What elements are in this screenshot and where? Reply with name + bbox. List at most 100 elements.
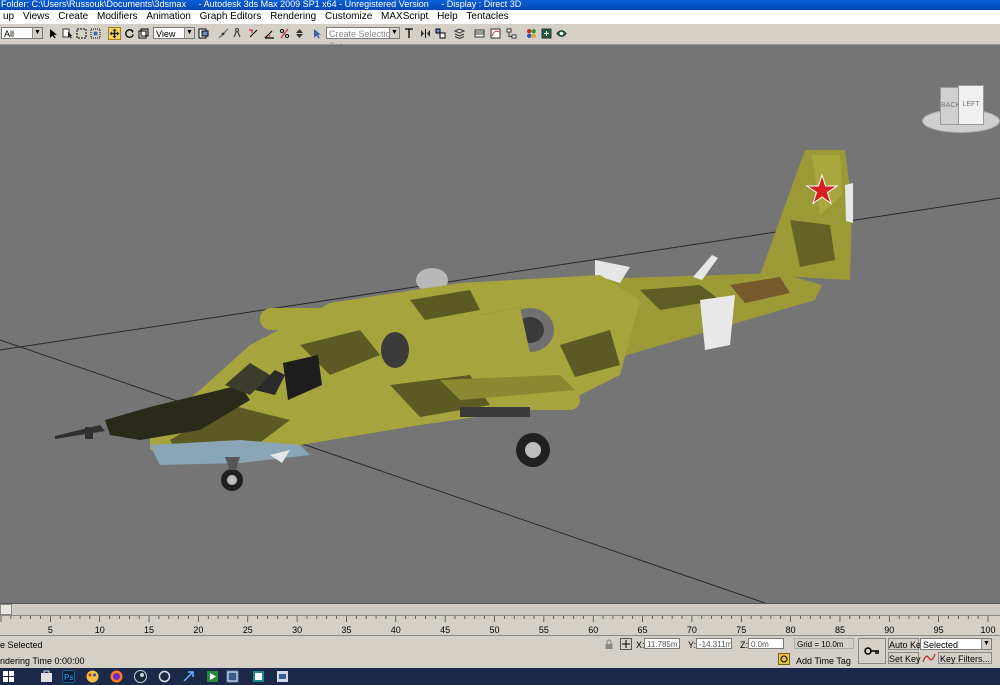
key-filters-button[interactable]: Key Filters... (938, 652, 992, 664)
time-slider-thumb[interactable] (0, 604, 12, 615)
track-tick-label: 80 (786, 625, 796, 635)
snap-toggle-icon[interactable] (248, 28, 259, 39)
track-bar-ticks: 5 10 15 20 25 30 35 40 45 50 55 60 65 70 75 80 85 90 95 100 (0, 616, 996, 635)
select-and-scale-icon[interactable] (138, 28, 149, 39)
key-selection-dropdown[interactable]: Selected ▼ (920, 638, 992, 650)
track-tick-label: 65 (638, 625, 648, 635)
time-tag-icon[interactable] (778, 653, 790, 665)
named-selection-set-dropdown[interactable]: Create Selection Set ▼ (326, 27, 400, 51)
3dsmax-icon-2[interactable] (276, 670, 289, 683)
selection-filter-dropdown[interactable]: All ▼ (1, 27, 43, 39)
layer-manager-icon[interactable] (454, 28, 465, 39)
paint-icon[interactable] (86, 670, 99, 683)
mirror-icon[interactable] (420, 28, 431, 39)
graphite-tools-icon[interactable] (474, 28, 485, 39)
auto-key-button[interactable]: Auto Key (888, 638, 926, 650)
mirror-selected-icon[interactable] (404, 28, 415, 39)
start-icon[interactable] (2, 670, 15, 683)
title-display: - Display : Direct 3D (441, 0, 522, 9)
track-tick-label: 10 (95, 625, 105, 635)
lock-icon[interactable] (604, 639, 614, 650)
window-crossing-icon[interactable] (90, 28, 101, 39)
menu-views[interactable]: Views (23, 11, 50, 22)
track-bar[interactable]: 5 10 15 20 25 30 35 40 45 50 55 60 65 70 75 80 85 90 95 100 (0, 615, 1000, 636)
absolute-mode-icon[interactable] (620, 638, 632, 650)
menu-graph-editors[interactable]: Graph Editors (200, 11, 262, 22)
percent-snap-icon[interactable] (279, 28, 290, 39)
render-production-icon[interactable] (556, 28, 567, 39)
manipulate-icon[interactable] (218, 28, 229, 39)
add-time-tag[interactable]: Add Time Tag (796, 656, 851, 666)
track-tick-label: 90 (884, 625, 894, 635)
photoshop-icon[interactable]: Ps (62, 670, 75, 683)
grid-size-value: Grid = 10.0m (797, 640, 844, 649)
track-tick-label: 60 (588, 625, 598, 635)
menu-create[interactable]: Create (58, 11, 88, 22)
menu-customize[interactable]: Customize (325, 11, 372, 22)
y-coordinate-value: -14.311m (699, 640, 732, 649)
chevron-down-icon: ▼ (389, 28, 399, 38)
reference-coordinate-dropdown[interactable]: View ▼ (153, 27, 195, 39)
spinner-snap-icon[interactable] (294, 28, 305, 39)
track-tick-label: 15 (144, 625, 154, 635)
schematic-view-icon[interactable] (506, 28, 517, 39)
viewcube-back-face[interactable]: BACK (940, 87, 960, 125)
track-tick-label: 35 (341, 625, 351, 635)
select-and-rotate-icon[interactable] (124, 28, 135, 39)
z-coordinate-field[interactable]: 0.0m (748, 638, 784, 649)
svg-text:Ps: Ps (64, 673, 73, 682)
viewcube-left-face[interactable]: LEFT (958, 85, 984, 125)
store-icon[interactable] (40, 670, 53, 683)
rectangle-selection-icon[interactable] (76, 28, 87, 39)
menu-bar: up Views Create Modifiers Animation Grap… (0, 10, 1000, 25)
angle-snap-icon[interactable] (264, 28, 275, 39)
title-folder: Folder: C:\Users\Russouk\Documents\3dsma… (1, 0, 187, 9)
3dsmax-icon[interactable] (252, 670, 265, 683)
x-coordinate-field[interactable]: 11.785m (644, 638, 680, 649)
track-tick-label: 25 (243, 625, 253, 635)
selection-filter-value: All (4, 29, 15, 39)
material-editor-icon[interactable] (526, 28, 537, 39)
align-icon[interactable] (435, 28, 446, 39)
track-tick-label: 45 (440, 625, 450, 635)
title-app: - Autodesk 3ds Max 2009 SP1 x64 - Unregi… (198, 0, 429, 9)
track-tick-label: 20 (193, 625, 203, 635)
y-coordinate-field[interactable]: -14.311m (696, 638, 732, 649)
set-key-mode-button[interactable] (858, 638, 886, 664)
key-filters-curve-icon (922, 653, 936, 663)
app-icon[interactable] (158, 670, 171, 683)
menu-animation[interactable]: Animation (146, 11, 190, 22)
perspective-viewport[interactable]: BACK LEFT (0, 45, 1000, 603)
viewcube[interactable]: BACK LEFT (922, 75, 1000, 135)
pivot-center-icon[interactable] (198, 28, 209, 39)
media-icon[interactable] (206, 670, 219, 683)
viewcube-left-label: LEFT (962, 101, 980, 108)
window-title-bar: Folder: C:\Users\Russouk\Documents\3dsma… (0, 0, 1000, 10)
reference-coordinate-value: View (156, 29, 176, 39)
x-coordinate-value: 11.785m (647, 640, 678, 649)
track-tick-label: 70 (687, 625, 697, 635)
menu-modifiers[interactable]: Modifiers (97, 11, 138, 22)
chevron-down-icon: ▼ (981, 639, 991, 649)
firefox-icon[interactable] (110, 670, 123, 683)
remote-desktop-icon[interactable] (182, 670, 195, 683)
menu-group[interactable]: up (3, 11, 14, 22)
render-setup-icon[interactable] (541, 28, 552, 39)
window-icon[interactable] (226, 670, 239, 683)
select-by-name-icon[interactable] (62, 28, 73, 39)
set-key-button[interactable]: Set Key (888, 652, 921, 664)
keyboard-shortcut-icon[interactable] (232, 28, 243, 39)
track-tick-label: 55 (539, 625, 549, 635)
curve-editor-icon[interactable] (490, 28, 501, 39)
menu-help[interactable]: Help (437, 11, 458, 22)
menu-tentacles[interactable]: Tentacles (466, 11, 508, 22)
track-tick-label: 75 (736, 625, 746, 635)
select-object-icon[interactable] (48, 28, 59, 39)
steam-icon[interactable] (134, 670, 147, 683)
z-coordinate-value: 0.0m (751, 640, 769, 649)
menu-rendering[interactable]: Rendering (270, 11, 316, 22)
select-and-move-icon[interactable] (108, 27, 121, 40)
selection-status: e Selected (0, 640, 43, 650)
named-selection-edit-icon[interactable] (312, 28, 323, 39)
menu-maxscript[interactable]: MAXScript (381, 11, 428, 22)
